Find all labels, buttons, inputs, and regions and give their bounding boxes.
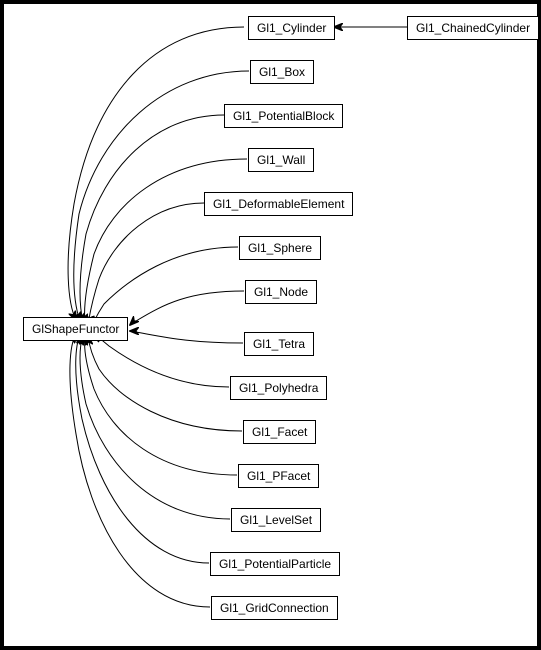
node-chained[interactable]: Gl1_ChainedCylinder	[407, 16, 539, 40]
node-cylinder[interactable]: Gl1_Cylinder	[248, 16, 335, 40]
node-tetra[interactable]: Gl1_Tetra	[244, 332, 314, 356]
node-gridconn[interactable]: Gl1_GridConnection	[211, 596, 338, 620]
node-box[interactable]: Gl1_Box	[250, 60, 314, 84]
node-node[interactable]: Gl1_Node	[245, 280, 317, 304]
node-pfacet[interactable]: Gl1_PFacet	[238, 464, 319, 488]
node-facet[interactable]: Gl1_Facet	[243, 420, 316, 444]
diagram-canvas: GlShapeFunctor Gl1_Cylinder Gl1_ChainedC…	[0, 0, 541, 650]
node-wall[interactable]: Gl1_Wall	[248, 148, 314, 172]
node-potpart[interactable]: Gl1_PotentialParticle	[210, 552, 340, 576]
node-deform[interactable]: Gl1_DeformableElement	[204, 192, 353, 216]
diagram-inner: GlShapeFunctor Gl1_Cylinder Gl1_ChainedC…	[4, 4, 537, 646]
node-root[interactable]: GlShapeFunctor	[23, 317, 128, 341]
node-sphere[interactable]: Gl1_Sphere	[239, 236, 321, 260]
node-levelset[interactable]: Gl1_LevelSet	[231, 508, 321, 532]
node-poly[interactable]: Gl1_Polyhedra	[230, 376, 327, 400]
node-potblock[interactable]: Gl1_PotentialBlock	[224, 104, 343, 128]
